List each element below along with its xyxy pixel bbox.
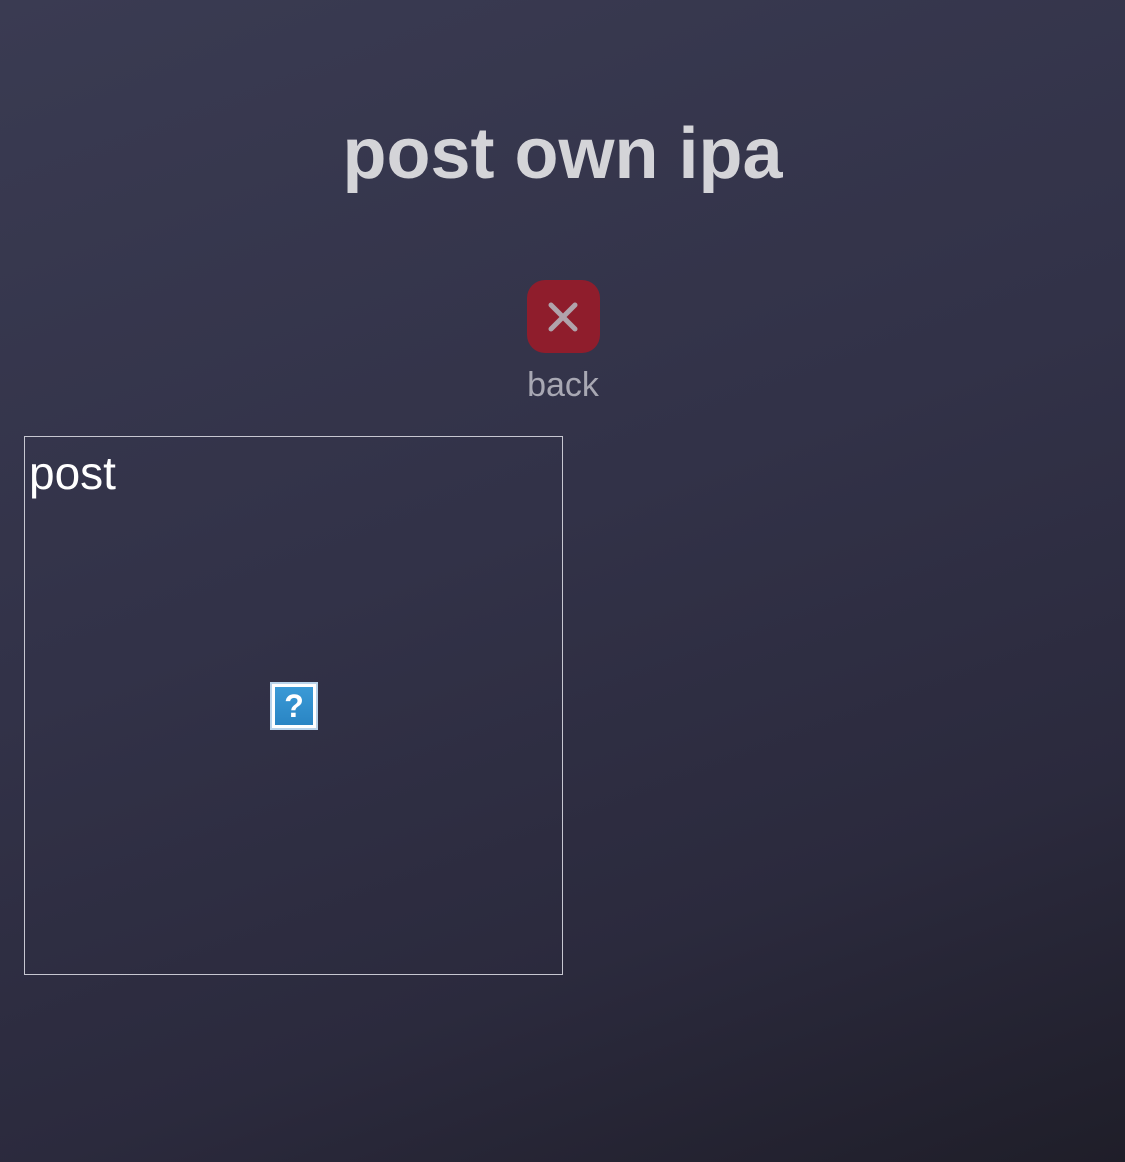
back-button[interactable] — [526, 280, 600, 353]
back-control[interactable]: back — [503, 280, 623, 410]
post-label: post — [29, 447, 116, 499]
broken-image-glyph: ? — [275, 687, 313, 725]
post-card[interactable]: post ? — [24, 436, 563, 975]
page-title: post own ipa — [342, 114, 783, 194]
broken-image-icon: ? — [270, 682, 318, 730]
back-label: back — [527, 366, 599, 404]
close-x-icon — [548, 302, 578, 331]
